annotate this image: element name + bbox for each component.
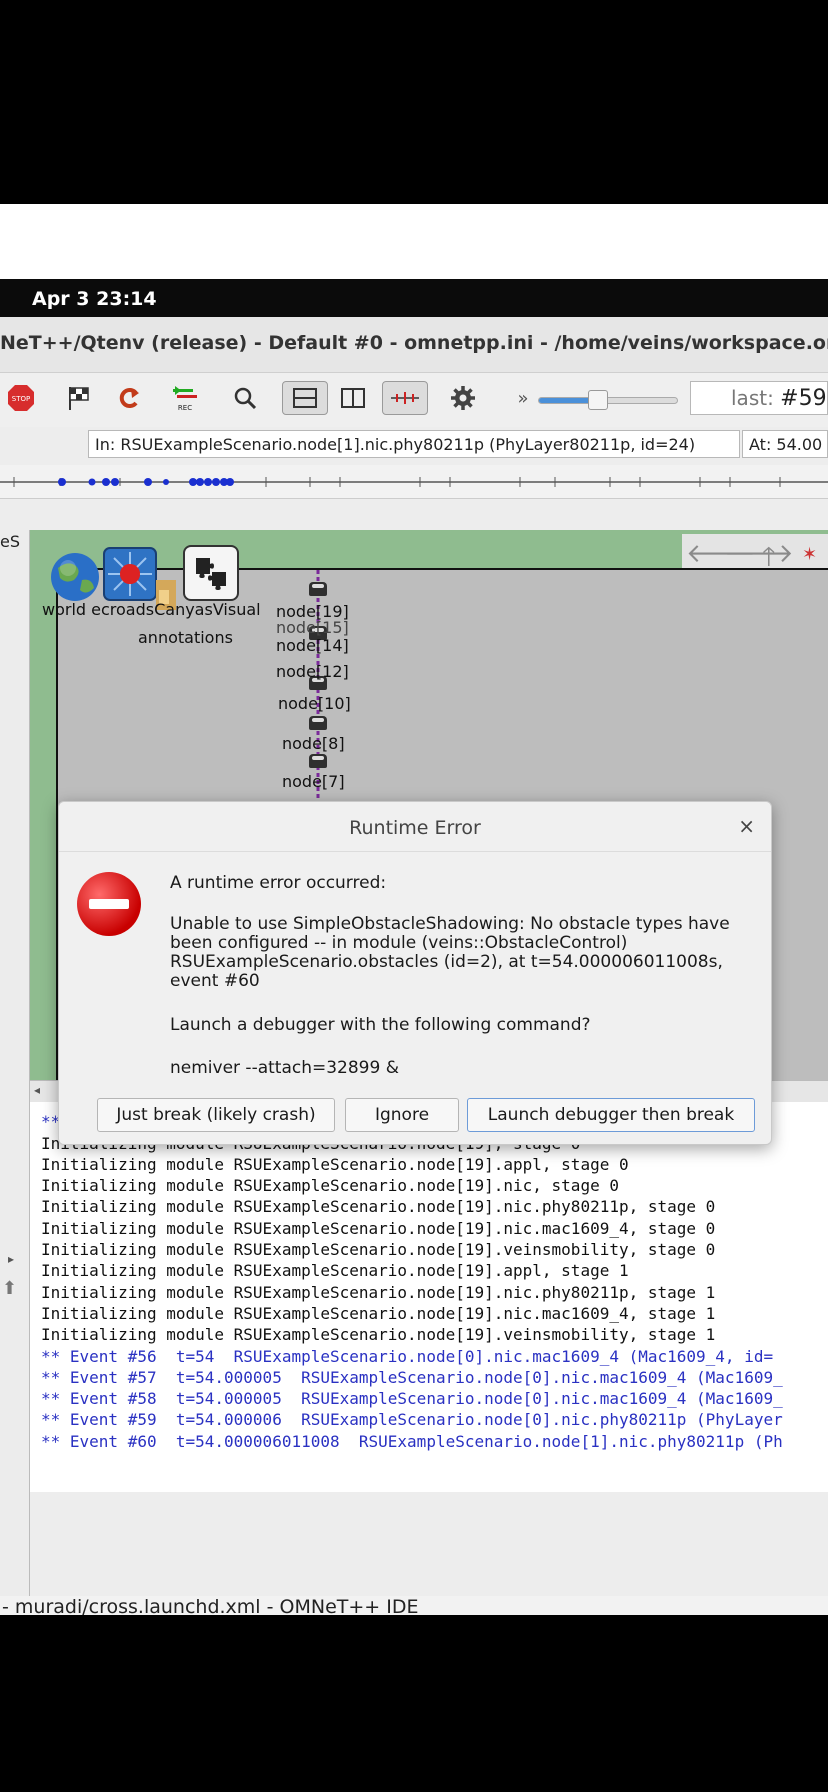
dialog-message-line: event #60 <box>170 971 260 991</box>
log-info-line: Initializing module RSUExampleScenario.n… <box>41 1197 716 1217</box>
ignore-button[interactable]: Ignore <box>345 1098 459 1132</box>
car-icon[interactable] <box>309 582 327 596</box>
at-time-field: At: 54.00 <box>742 430 828 458</box>
object-tree-panel: eS ▸ ⬆ <box>0 530 30 1615</box>
log-info-line: Initializing module RSUExampleScenario.n… <box>41 1261 629 1281</box>
window-titlebar: NeT++/Qtenv (release) - Default #0 - omn… <box>0 317 828 373</box>
run-until-icon[interactable] <box>64 383 94 413</box>
toolbar: STOP REC » last: #59 <box>0 373 828 427</box>
debugger-command: nemiver --attach=32899 & <box>170 1058 399 1078</box>
record-icon[interactable]: REC <box>170 383 200 413</box>
record-label: REC <box>178 404 192 412</box>
timeline-icon[interactable] <box>382 381 428 415</box>
close-icon[interactable]: × <box>738 814 755 838</box>
ide-window-title: - muradi/cross.launchd.xml - OMNeT++ IDE <box>0 1596 828 1615</box>
dialog-heading: A runtime error occurred: <box>170 873 387 893</box>
dialog-header: Runtime Error × <box>59 802 771 852</box>
log-info-line: Initializing module RSUExampleScenario.n… <box>41 1303 716 1323</box>
log-event-line: ** Event #60 t=54.000006011008 RSUExampl… <box>41 1431 783 1451</box>
last-event-value: #59 <box>780 386 827 411</box>
car-icon[interactable] <box>309 754 327 768</box>
stop-label: STOP <box>12 395 30 403</box>
red-marker-icon: ✶ <box>802 544 818 565</box>
just-break-button[interactable]: Just break (likely crash) <box>97 1098 335 1132</box>
event-log[interactable]: ** Event #54 t=53 RSUExampleScenario.man… <box>30 1102 828 1492</box>
white-band <box>0 204 828 279</box>
node-label[interactable]: node[12] <box>276 662 349 681</box>
log-info-line: Initializing module RSUExampleScenario.n… <box>41 1325 716 1345</box>
annotations-label: annotations <box>138 628 233 647</box>
up-arrow-icon[interactable]: ⬆ <box>2 1278 17 1299</box>
speed-slider-knob[interactable] <box>588 390 609 410</box>
log-info-line: Initializing module RSUExampleScenario.n… <box>41 1218 716 1238</box>
log-info-line: Initializing module RSUExampleScenario.n… <box>41 1282 716 1302</box>
search-icon[interactable] <box>230 383 260 413</box>
status-row: In: RSUExampleScenario.node[1].nic.phy80… <box>0 427 828 461</box>
node-label[interactable]: node[14] <box>276 636 349 655</box>
window-title: NeT++/Qtenv (release) - Default #0 - omn… <box>0 332 828 354</box>
settings-icon[interactable] <box>448 383 478 413</box>
rebuild-icon[interactable] <box>115 383 145 413</box>
puzzle-icon[interactable] <box>182 544 239 601</box>
runtime-error-dialog: Runtime Error × A runtime error occurred… <box>58 801 772 1145</box>
log-info-line: Initializing module RSUExampleScenario.n… <box>41 1240 716 1260</box>
canvas-nav: 🡐 🡒 🡑 ✶ <box>682 534 828 572</box>
launch-debugger-button[interactable]: Launch debugger then break <box>467 1098 755 1132</box>
dialog-message-line: Unable to use SimpleObstacleShadowing: N… <box>170 914 730 934</box>
in-module-field: In: RSUExampleScenario.node[1].nic.phy80… <box>88 430 740 458</box>
event-timeline[interactable] <box>0 465 828 499</box>
last-prefix: last: <box>731 386 781 410</box>
more-icon[interactable]: » <box>508 383 538 413</box>
car-icon[interactable] <box>309 716 327 730</box>
layout-horizontal-icon[interactable] <box>282 381 328 415</box>
log-event-line: ** Event #59 t=54.000006 RSUExampleScena… <box>41 1410 783 1430</box>
layout-vertical-icon[interactable] <box>338 383 368 413</box>
system-status-bar: Apr 3 23:14 <box>0 279 828 317</box>
node-label[interactable]: node[15] <box>276 618 349 637</box>
dialog-message-line: been configured -- in module (veins::Obs… <box>170 933 628 953</box>
stop-icon[interactable]: STOP <box>6 383 36 413</box>
node-label[interactable]: node[7] <box>282 772 345 791</box>
module-overlap-label: world ecroadsCanyasVisual <box>42 600 261 619</box>
log-info-line: Initializing module RSUExampleScenario.n… <box>41 1154 629 1174</box>
log-info-line: Initializing module RSUExampleScenario.n… <box>41 1176 619 1196</box>
speed-slider[interactable] <box>538 390 678 410</box>
network-icon[interactable] <box>102 546 157 601</box>
dialog-question: Launch a debugger with the following com… <box>170 1015 591 1035</box>
log-event-line: ** Event #58 t=54.000005 RSUExampleScena… <box>41 1389 783 1409</box>
node-label[interactable]: node[10] <box>278 694 351 713</box>
expand-arrow-icon[interactable]: ▸ <box>8 1252 14 1266</box>
log-event-line: ** Event #57 t=54.000005 RSUExampleScena… <box>41 1367 783 1387</box>
left-panel-label: eS <box>0 532 20 551</box>
globe-icon[interactable] <box>48 550 102 604</box>
log-event-line: ** Event #56 t=54 RSUExampleScenario.nod… <box>41 1346 774 1366</box>
error-icon <box>77 872 141 936</box>
dialog-message-line: RSUExampleScenario.obstacles (id=2), at … <box>170 952 723 972</box>
node-label[interactable]: node[8] <box>282 734 345 753</box>
dialog-title: Runtime Error <box>349 817 481 839</box>
last-event-field: last: #59 <box>690 381 828 415</box>
forward-arrow-icon[interactable]: 🡒 <box>724 538 794 569</box>
clock: Apr 3 23:14 <box>32 288 157 310</box>
scroll-left-icon[interactable]: ◂ <box>34 1083 40 1097</box>
